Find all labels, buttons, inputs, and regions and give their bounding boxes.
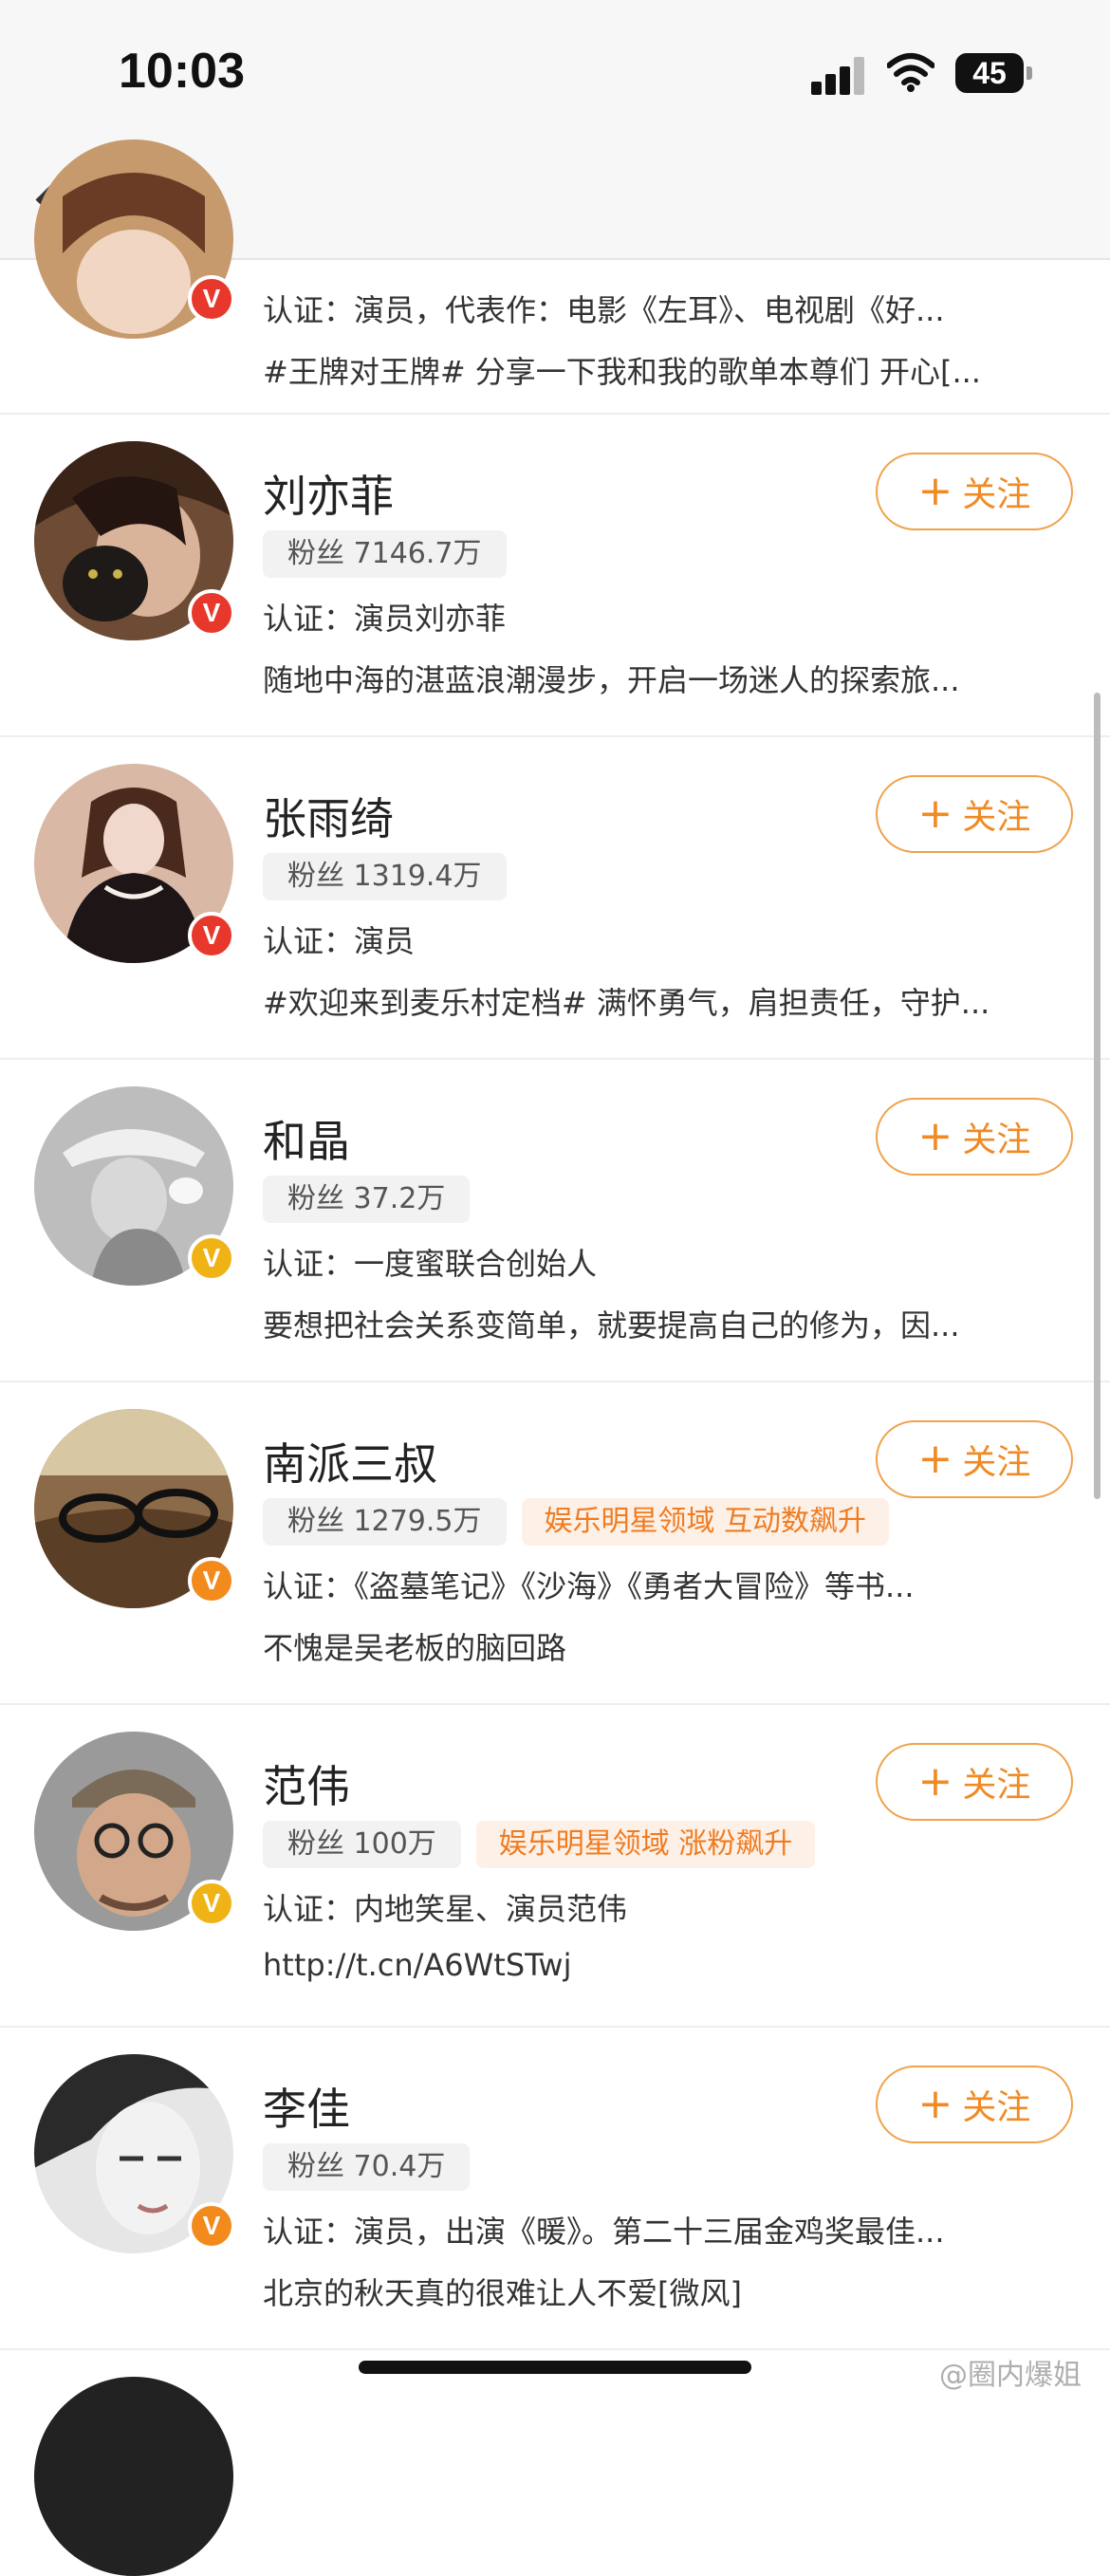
follow-button[interactable]: + 关注 (876, 775, 1073, 853)
user-certification: 认证：演员，代表作：电影《左耳》、电视剧《好... (263, 292, 945, 328)
user-latest-post: 不愧是吴老板的脑回路 (263, 1630, 567, 1666)
user-row[interactable]: V 刘亦菲 粉丝 7146.7万 认证：演员刘亦菲 随地中海的湛蓝浪潮漫步，开启… (0, 415, 1110, 737)
scrollbar[interactable] (1094, 693, 1101, 1499)
user-certification: 认证：演员 (263, 923, 416, 959)
user-name[interactable]: 南派三叔 (263, 1430, 437, 1492)
user-name[interactable]: 张雨绮 (263, 785, 394, 847)
plus-icon: + (917, 1757, 953, 1806)
cellular-signal-icon (811, 57, 866, 95)
verified-badge-icon: V (188, 275, 235, 323)
follow-button[interactable]: + 关注 (876, 1743, 1073, 1821)
user-badges: 粉丝 1279.5万 娱乐明星领域 互动数飙升 (263, 1498, 890, 1546)
plus-icon: + (917, 467, 953, 515)
battery-level: 45 (972, 56, 1007, 90)
follow-label: 关注 (962, 2088, 1031, 2127)
plus-icon: + (917, 2080, 953, 2128)
follow-label: 关注 (962, 1766, 1031, 1805)
user-row[interactable]: V 李佳 粉丝 70.4万 认证：演员，出演《暖》。第二十三届金鸡奖最佳... … (0, 2028, 1110, 2350)
trending-badge[interactable]: 娱乐明星领域 互动数飙升 (521, 1498, 890, 1546)
wifi-icon (887, 53, 934, 92)
fans-count: 粉丝 37.2万 (263, 1176, 471, 1223)
user-badges: 粉丝 7146.7万 (263, 530, 507, 578)
user-row[interactable]: V 认证：演员，代表作：电影《左耳》、电视剧《好... #王牌对王牌# 分享一下… (0, 139, 1110, 415)
verified-badge-icon: V (188, 589, 235, 637)
user-certification: 认证：内地笑星、演员范伟 (263, 1891, 628, 1927)
user-name[interactable]: 范伟 (263, 1752, 350, 1815)
verified-badge-icon: V (188, 912, 235, 959)
follow-label: 关注 (962, 798, 1031, 837)
follow-button[interactable]: + 关注 (876, 453, 1073, 530)
follow-button[interactable]: + 关注 (876, 1098, 1073, 1176)
battery-icon: 45 (955, 53, 1024, 93)
user-row[interactable]: V 和晶 粉丝 37.2万 认证：一度蜜联合创始人 要想把社会关系变简单，就要提… (0, 1060, 1110, 1382)
user-badges: 粉丝 70.4万 (263, 2143, 471, 2191)
battery-tip (1027, 66, 1032, 80)
user-certification: 认证：一度蜜联合创始人 (263, 1246, 598, 1282)
user-badges: 粉丝 37.2万 (263, 1176, 471, 1223)
user-certification: 认证：演员刘亦菲 (263, 601, 507, 637)
user-latest-post: 随地中海的湛蓝浪潮漫步，开启一场迷人的探索旅... (263, 662, 960, 698)
user-latest-post: 要想把社会关系变简单，就要提高自己的修为，因... (263, 1307, 960, 1344)
fans-count: 粉丝 1279.5万 (263, 1498, 507, 1546)
user-badges: 粉丝 100万 娱乐明星领域 涨粉飙升 (263, 1821, 816, 1868)
trending-badge[interactable]: 娱乐明星领域 涨粉飙升 (475, 1821, 816, 1868)
follow-label: 关注 (962, 1121, 1031, 1159)
follow-button[interactable]: + 关注 (876, 1420, 1073, 1498)
user-certification: 认证：演员，出演《暖》。第二十三届金鸡奖最佳... (263, 2214, 945, 2250)
home-indicator[interactable] (359, 2361, 751, 2374)
user-latest-post: #欢迎来到麦乐村定档# 满怀勇气，肩担责任，守护... (263, 985, 990, 1021)
verified-badge-icon: V (188, 1234, 235, 1282)
user-latest-post: 北京的秋天真的很难让人不爱[微风] (263, 2275, 742, 2311)
user-avatar[interactable] (34, 2377, 233, 2576)
follow-label: 关注 (962, 1443, 1031, 1482)
user-latest-post[interactable]: http://t.cn/A6WtSTwj (263, 1947, 1069, 1983)
user-certification: 认证：《盗墓笔记》《沙海》《勇者大冒险》等书... (263, 1568, 915, 1604)
user-row[interactable]: V 范伟 粉丝 100万 娱乐明星领域 涨粉飙升 认证：内地笑星、演员范伟 ht… (0, 1705, 1110, 2028)
user-latest-post: #王牌对王牌# 分享一下我和我的歌单本尊们 开心[... (263, 354, 981, 390)
fans-count: 粉丝 100万 (263, 1821, 461, 1868)
fans-count: 粉丝 7146.7万 (263, 530, 507, 578)
user-list: V 认证：演员，代表作：电影《左耳》、电视剧《好... #王牌对王牌# 分享一下… (0, 139, 1110, 2350)
follow-button[interactable]: + 关注 (876, 2066, 1073, 2143)
fans-count: 粉丝 1319.4万 (263, 853, 507, 900)
plus-icon: + (917, 1435, 953, 1483)
verified-badge-icon: V (188, 1557, 235, 1604)
user-name[interactable]: 李佳 (263, 2075, 350, 2138)
user-badges: 粉丝 1319.4万 (263, 853, 507, 900)
verified-badge-icon: V (188, 1880, 235, 1927)
user-name[interactable]: 刘亦菲 (263, 462, 394, 525)
follow-label: 关注 (962, 475, 1031, 514)
plus-icon: + (917, 789, 953, 838)
plus-icon: + (917, 1112, 953, 1160)
fans-count: 粉丝 70.4万 (263, 2143, 471, 2191)
user-name[interactable]: 和晶 (263, 1107, 350, 1170)
status-time: 10:03 (119, 44, 245, 99)
status-bar: 10:03 45 (0, 0, 1110, 142)
watermark: @圈内爆姐 (939, 2359, 1082, 2392)
user-row[interactable]: V 南派三叔 粉丝 1279.5万 娱乐明星领域 互动数飙升 认证：《盗墓笔记》… (0, 1382, 1110, 1705)
verified-badge-icon: V (188, 2202, 235, 2250)
user-row[interactable]: V 张雨绮 粉丝 1319.4万 认证：演员 #欢迎来到麦乐村定档# 满怀勇气，… (0, 737, 1110, 1060)
